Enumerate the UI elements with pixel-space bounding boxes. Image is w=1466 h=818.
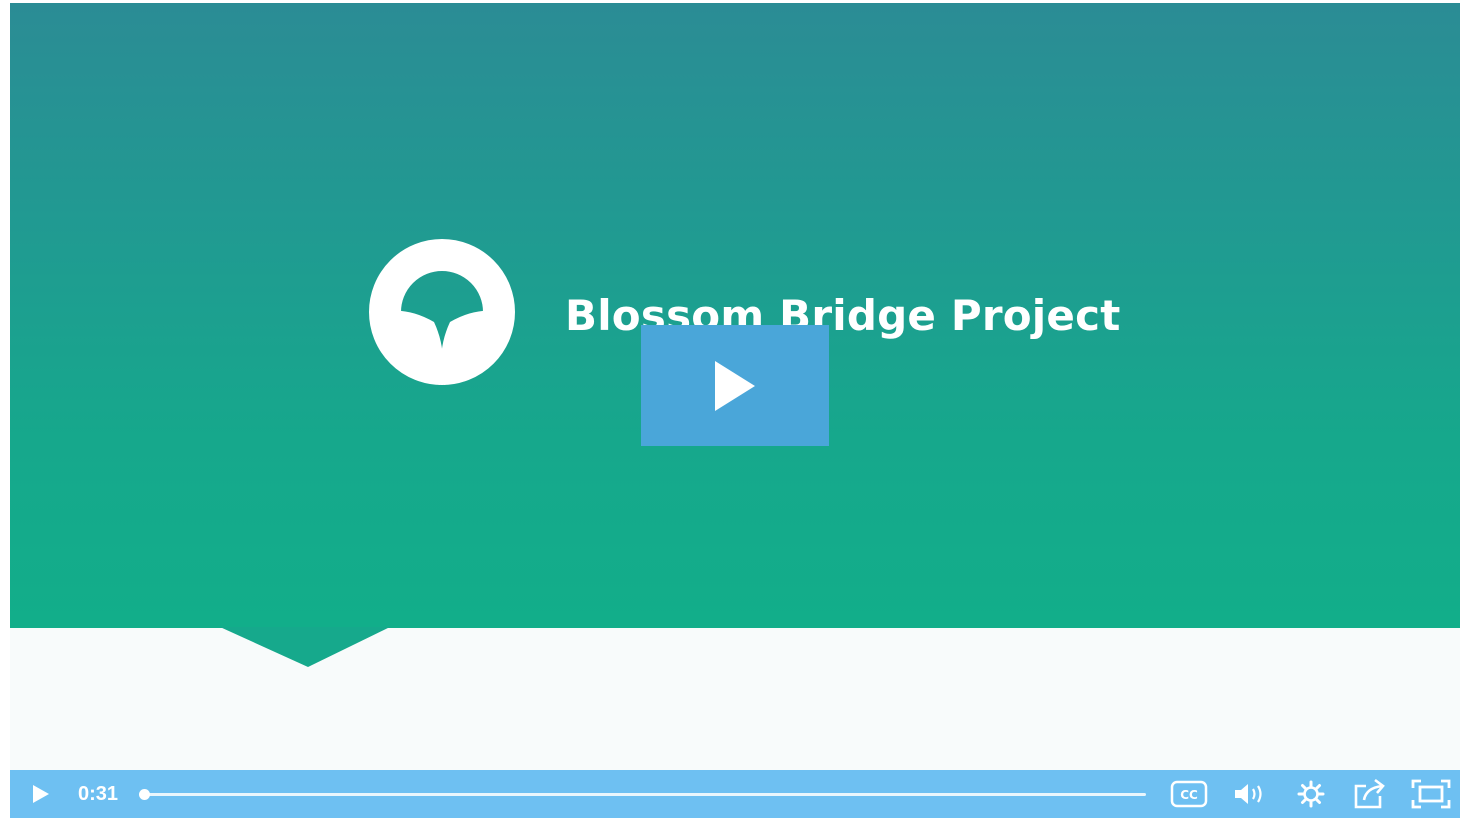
gear-icon xyxy=(1297,780,1325,808)
volume-button[interactable] xyxy=(1230,770,1270,818)
progress-scrubber[interactable] xyxy=(139,788,1146,802)
fullscreen-icon xyxy=(1411,779,1451,809)
captions-button[interactable]: CC xyxy=(1168,770,1210,818)
settings-button[interactable] xyxy=(1292,770,1330,818)
volume-icon xyxy=(1235,784,1262,804)
svg-text:CC: CC xyxy=(1180,788,1198,802)
play-button[interactable] xyxy=(24,770,58,818)
share-button[interactable] xyxy=(1350,770,1390,818)
frame-notch xyxy=(220,627,390,667)
progress-handle[interactable] xyxy=(139,789,150,800)
play-icon xyxy=(33,785,49,803)
video-player[interactable]: Blossom Bridge Project 0:31 CC xyxy=(10,3,1460,818)
fullscreen-button[interactable] xyxy=(1408,770,1454,818)
progress-track xyxy=(140,793,1146,796)
share-icon xyxy=(1354,778,1385,809)
control-bar: 0:31 CC xyxy=(10,770,1460,818)
closed-captions-icon: CC xyxy=(1170,780,1208,808)
current-time: 0:31 xyxy=(78,782,119,805)
